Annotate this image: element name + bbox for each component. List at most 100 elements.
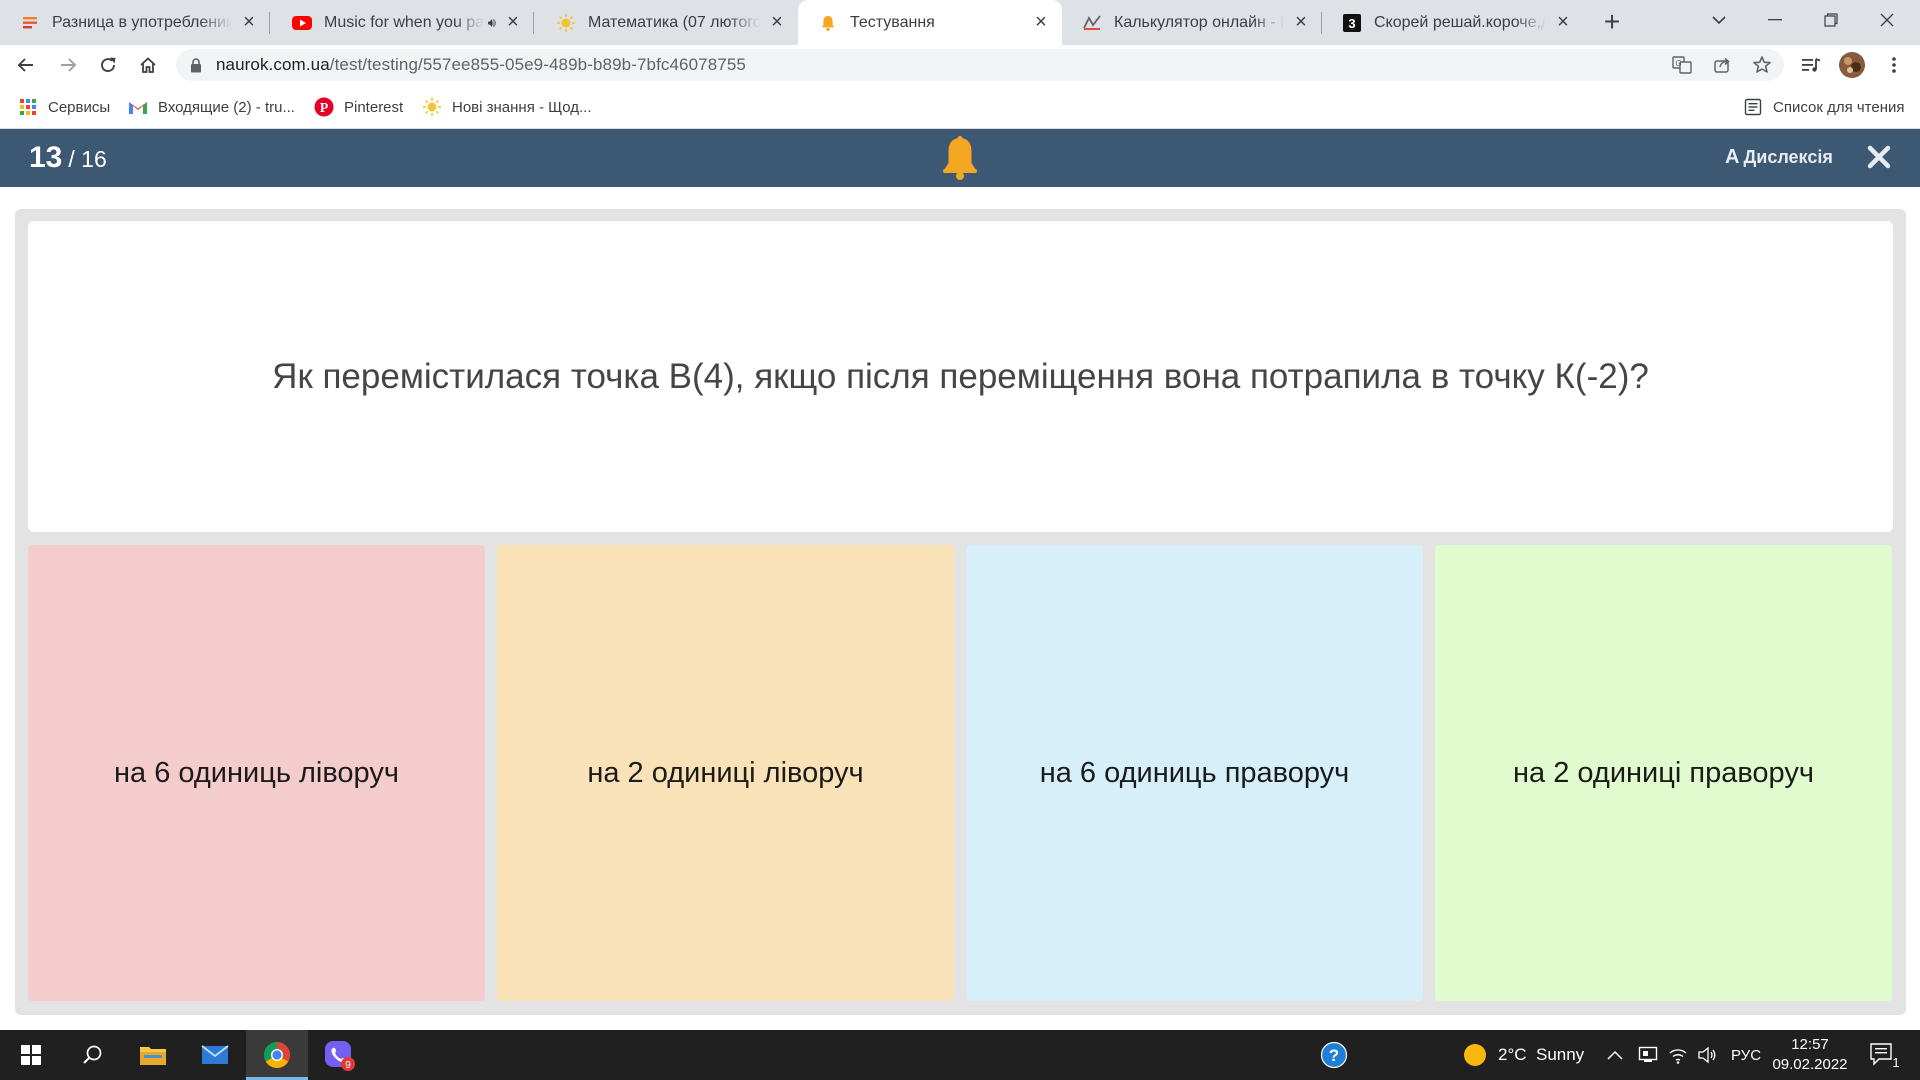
pinterest-icon: P — [314, 97, 334, 117]
browser-tab[interactable]: Разница в употреблении the × — [0, 0, 270, 45]
show-hidden-icons-chevron-icon[interactable] — [1607, 1030, 1623, 1080]
restore-window-icon[interactable] — [1803, 0, 1859, 40]
question-counter: 13 / 16 — [29, 141, 107, 175]
reading-list-label: Список для чтения — [1773, 98, 1905, 116]
answer-option-1[interactable]: на 6 одиниць ліворуч — [28, 545, 485, 1001]
sun-icon — [422, 97, 442, 117]
tab-title: Тестування — [850, 13, 935, 31]
quiz-card: Як перемістилася точка В(4), якщо після … — [15, 209, 1906, 1015]
answer-option-2[interactable]: на 2 одиниці ліворуч — [497, 545, 954, 1001]
znanija-icon: 3 — [1342, 13, 1362, 33]
bookmark-label: Нові знання - Щод... — [452, 98, 592, 116]
language-label: РУС — [1731, 1046, 1762, 1064]
close-tab-icon[interactable]: × — [1030, 11, 1052, 34]
sun-icon — [1462, 1042, 1488, 1068]
sun-icon — [556, 13, 576, 33]
browser-toolbar: naurok.com.ua/test/testing/557ee855-05e9… — [0, 45, 1920, 85]
dyslexia-label: Дислексія — [1743, 147, 1833, 167]
browser-tab-active[interactable]: Тестування × — [798, 0, 1062, 45]
translate-icon[interactable]: G — [1668, 51, 1696, 79]
forward-arrow-icon[interactable] — [52, 49, 84, 81]
browser-tab[interactable]: 3 Скорей решай.короче,да - Знания × — [1322, 0, 1584, 45]
bookmark-label: Pinterest — [344, 98, 404, 116]
reading-list-button[interactable]: Список для чтения — [1743, 95, 1905, 119]
close-tab-icon[interactable]: × — [1552, 11, 1574, 34]
minimize-icon[interactable] — [1747, 0, 1803, 40]
profile-avatar[interactable] — [1837, 50, 1867, 80]
bookmark-services[interactable]: Сервисы — [18, 95, 110, 119]
browser-tab[interactable]: Математика (07 лютого) - Google × — [536, 0, 798, 45]
system-clock[interactable]: 12:57 09.02.2022 — [1762, 1035, 1858, 1075]
quiz-body: Як перемістилася точка В(4), якщо після … — [0, 187, 1920, 1030]
chrome-icon[interactable] — [246, 1030, 308, 1080]
notification-center-icon[interactable]: 1 — [1868, 1030, 1902, 1080]
reload-icon[interactable] — [92, 49, 124, 81]
svg-text:3: 3 — [1348, 16, 1355, 31]
gmail-icon — [128, 97, 148, 117]
apps-grid-icon — [18, 97, 38, 117]
answer-option-3[interactable]: на 6 одиниць праворуч — [966, 545, 1423, 1001]
speaker-icon[interactable]: 🔊︎ — [488, 15, 496, 31]
close-tab-icon[interactable]: × — [1290, 11, 1312, 34]
url-host: naurok.com.ua — [216, 55, 330, 74]
current-question-number: 13 — [29, 141, 63, 174]
bell-icon — [940, 135, 980, 181]
tab-title: Music for when you part — [324, 13, 484, 31]
weather-widget[interactable]: 2°C Sunny — [1462, 1030, 1584, 1080]
input-language[interactable]: РУС — [1731, 1030, 1761, 1080]
device-icon[interactable] — [1638, 1030, 1658, 1080]
media-playlist-icon[interactable] — [1797, 51, 1825, 79]
reading-list-icon — [1743, 97, 1763, 117]
total-questions: / 16 — [68, 146, 107, 172]
calculator-icon — [1082, 13, 1102, 33]
close-tab-icon[interactable]: × — [766, 11, 788, 34]
tab-separator — [269, 12, 270, 34]
bookmark-pinterest[interactable]: P Pinterest — [314, 95, 403, 119]
volume-icon[interactable] — [1697, 1030, 1717, 1080]
kebab-menu-icon[interactable] — [1880, 51, 1908, 79]
question-text: Як перемістилася точка В(4), якщо після … — [272, 356, 1649, 396]
answer-option-4[interactable]: на 2 одиниці праворуч — [1435, 545, 1892, 1001]
file-explorer-icon[interactable] — [122, 1030, 184, 1080]
bookmark-label: Входящие (2) - tru... — [158, 98, 295, 116]
browser-tab[interactable]: Калькулятор онлайн - Решение × — [1062, 0, 1322, 45]
svg-text:?: ? — [1329, 1046, 1339, 1065]
viber-icon[interactable]: 9 — [308, 1030, 370, 1080]
share-icon[interactable] — [1708, 51, 1736, 79]
bookmarks-bar: Сервисы Входящие (2) - tru... P Pinteres… — [0, 85, 1920, 129]
close-quiz-icon[interactable] — [1862, 140, 1896, 174]
address-bar[interactable]: naurok.com.ua/test/testing/557ee855-05e9… — [176, 49, 1784, 81]
windows-taskbar: 9 ? 2°C Sunny РУС 12:57 09.02.2022 1 — [0, 1030, 1920, 1080]
search-icon[interactable] — [62, 1030, 124, 1080]
wifi-icon[interactable] — [1668, 1030, 1688, 1080]
new-tab-button[interactable]: + — [1596, 6, 1628, 38]
tab-separator — [533, 12, 534, 34]
dyslexia-toggle[interactable]: A Дислексія — [1725, 146, 1833, 169]
svg-text:G: G — [1675, 59, 1681, 68]
tab-title: Калькулятор онлайн - Решение — [1114, 13, 1284, 31]
bookmark-gmail[interactable]: Входящие (2) - tru... — [128, 95, 295, 119]
svg-text:P: P — [320, 101, 329, 116]
home-icon[interactable] — [132, 49, 164, 81]
lock-icon[interactable] — [190, 57, 202, 73]
url-path: /test/testing/557ee855-05e9-489b-b89b-7b… — [329, 55, 746, 74]
quiz-header: 13 / 16 A Дислексія — [0, 129, 1920, 187]
weather-text: 2°C Sunny — [1498, 1045, 1585, 1064]
mail-icon[interactable] — [184, 1030, 246, 1080]
browser-tab[interactable]: Music for when you part 🔊︎ × — [272, 0, 534, 45]
url-text: naurok.com.ua/test/testing/557ee855-05e9… — [216, 55, 746, 75]
close-tab-icon[interactable]: × — [502, 11, 524, 34]
close-tab-icon[interactable]: × — [238, 11, 260, 34]
bookmark-star-icon[interactable] — [1748, 51, 1776, 79]
close-window-icon[interactable] — [1859, 0, 1915, 40]
notification-count: 1 — [1892, 1055, 1899, 1070]
viber-unread-badge: 9 — [345, 1060, 351, 1071]
browser-tab-strip: Разница в употреблении the × Music for w… — [0, 0, 1920, 45]
windows-start-icon[interactable] — [0, 1030, 62, 1080]
back-arrow-icon[interactable] — [10, 49, 42, 81]
bookmark-novi-znannya[interactable]: Нові знання - Щод... — [422, 95, 592, 119]
bookmark-label: Сервисы — [48, 98, 111, 116]
help-icon[interactable]: ? — [1320, 1030, 1348, 1080]
stack-exchange-icon — [20, 13, 40, 33]
tab-search-icon[interactable] — [1691, 0, 1747, 40]
